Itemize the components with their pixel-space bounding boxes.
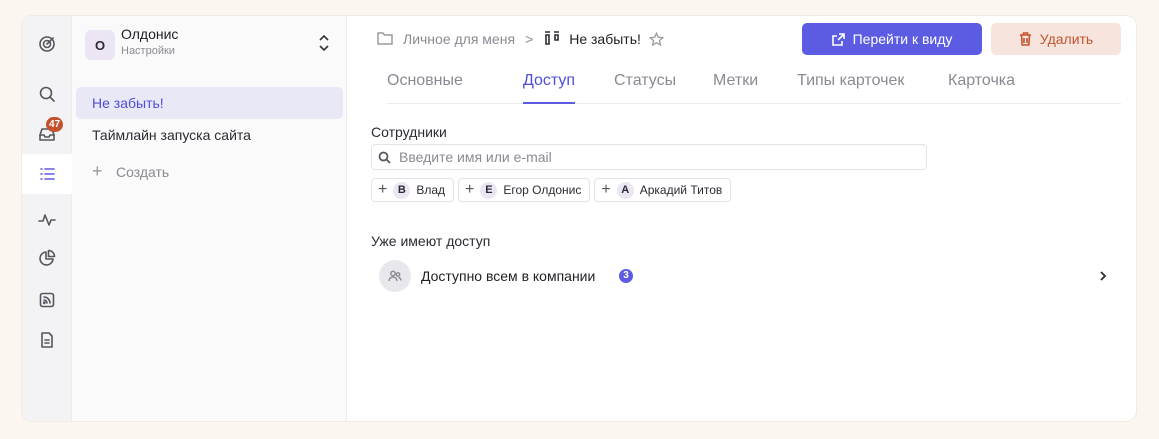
- rss-icon: [39, 292, 55, 308]
- settings-tabs: Основные Доступ Статусы Метки Типы карто…: [387, 72, 1121, 104]
- rail-goals-button[interactable]: [22, 24, 72, 64]
- trash-icon: [1019, 32, 1031, 46]
- favorite-star-icon[interactable]: [648, 31, 665, 47]
- staff-search-input[interactable]: [399, 149, 899, 165]
- create-label: Создать: [116, 164, 170, 180]
- tab-access[interactable]: Доступ: [523, 72, 576, 104]
- plus-icon: +: [601, 181, 611, 198]
- org-switcher[interactable]: О Олдонис Настройки: [85, 26, 335, 60]
- rail-projects-button[interactable]: [22, 154, 72, 194]
- user-avatar: В: [393, 181, 411, 199]
- rail-search-button[interactable]: [22, 74, 72, 114]
- org-subtitle: Настройки: [121, 45, 175, 57]
- pie-chart-icon: [39, 249, 56, 266]
- user-name: Егор Олдонис: [503, 183, 582, 197]
- user-name: Аркадий Титов: [639, 183, 723, 197]
- org-avatar: О: [85, 30, 115, 60]
- delete-button[interactable]: Удалить: [991, 23, 1121, 55]
- tab-statuses[interactable]: Статусы: [614, 72, 676, 104]
- icon-rail: 47: [22, 16, 72, 421]
- tab-card-types[interactable]: Типы карточек: [797, 72, 904, 104]
- breadcrumb-parent[interactable]: Личное для меня: [403, 31, 515, 47]
- rail-feed-button[interactable]: [22, 280, 72, 320]
- company-access-label: Доступно всем в компании: [421, 268, 596, 284]
- go-to-view-label: Перейти к виду: [852, 31, 953, 47]
- staff-search[interactable]: [371, 144, 927, 170]
- org-name: Олдонис: [121, 26, 179, 42]
- external-link-icon: [831, 32, 845, 46]
- member-count-badge: 3: [619, 269, 633, 283]
- add-user-chip[interactable]: + Е Егор Олдонис: [458, 178, 591, 202]
- search-icon: [39, 86, 55, 102]
- tab-labels[interactable]: Метки: [713, 72, 758, 104]
- target-icon: [39, 36, 55, 52]
- breadcrumb-separator: >: [525, 31, 534, 47]
- create-project-button[interactable]: + Создать: [76, 155, 343, 187]
- board-icon: [543, 30, 561, 49]
- breadcrumb-current: Не забыть!: [569, 31, 641, 47]
- rail-reports-button[interactable]: [22, 238, 72, 278]
- rail-inbox-button[interactable]: 47: [22, 114, 72, 154]
- has-access-label: Уже имеют доступ: [371, 233, 491, 249]
- search-icon: [378, 151, 391, 164]
- rail-activity-button[interactable]: [22, 200, 72, 240]
- project-item[interactable]: Таймлайн запуска сайта: [76, 119, 343, 151]
- app-window: 47 О Олдонис Настройки Не забыть! Таймла…: [22, 16, 1136, 421]
- breadcrumb: Личное для меня > Не забыть!: [377, 28, 665, 50]
- tab-card[interactable]: Карточка: [948, 72, 1015, 104]
- project-item[interactable]: Не забыть!: [76, 87, 343, 119]
- project-panel: О Олдонис Настройки Не забыть! Таймлайн …: [72, 16, 347, 421]
- plus-icon: +: [92, 161, 103, 181]
- add-user-chip[interactable]: + А Аркадий Титов: [594, 178, 732, 202]
- document-icon: [41, 332, 53, 348]
- chevron-right-icon[interactable]: [1097, 269, 1109, 283]
- staff-label: Сотрудники: [371, 124, 447, 140]
- user-avatar: А: [616, 181, 634, 199]
- delete-label: Удалить: [1039, 31, 1094, 47]
- rail-documents-button[interactable]: [22, 320, 72, 360]
- activity-icon: [38, 214, 56, 226]
- user-name: Влад: [416, 183, 446, 197]
- chevron-up-down-icon: [317, 32, 331, 54]
- add-user-chip[interactable]: + В Влад: [371, 178, 455, 202]
- go-to-view-button[interactable]: Перейти к виду: [802, 23, 982, 55]
- inbox-count-badge: 47: [46, 117, 64, 132]
- plus-icon: +: [465, 181, 475, 198]
- list-icon: [40, 168, 55, 180]
- main-content: Личное для меня > Не забыть! Перейти к в…: [347, 16, 1136, 421]
- group-icon: [379, 260, 411, 292]
- company-access-row[interactable]: Доступно всем в компании 3: [377, 259, 1109, 293]
- tab-basic[interactable]: Основные: [387, 72, 463, 104]
- folder-icon: [377, 31, 393, 48]
- user-avatar: Е: [480, 181, 498, 199]
- staff-suggestions: + В Влад + Е Егор Олдонис + А Аркадий Ти…: [371, 178, 732, 202]
- plus-icon: +: [378, 181, 388, 198]
